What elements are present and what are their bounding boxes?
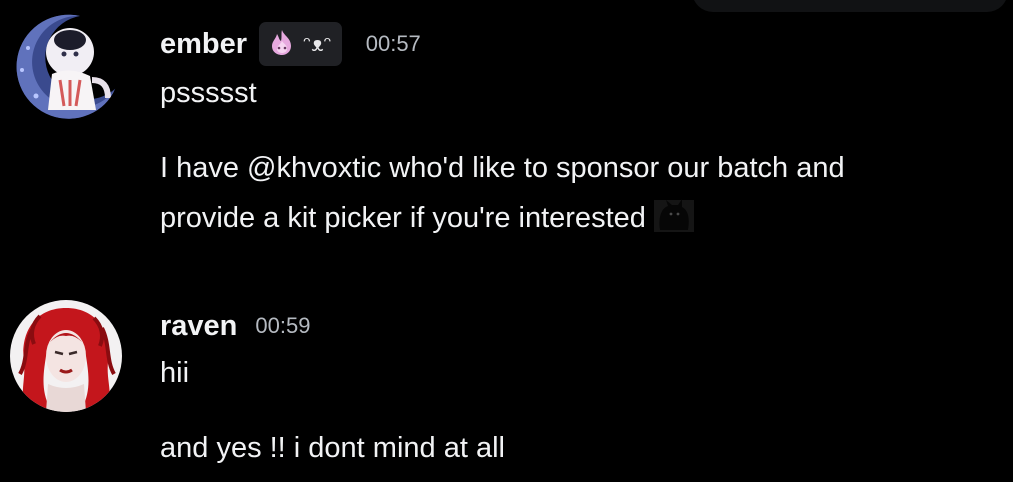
username-ember[interactable]: ember — [160, 28, 247, 61]
avatar-ember[interactable] — [8, 10, 120, 122]
black-cat-emoji-icon[interactable] — [652, 196, 696, 236]
timestamp-ember: 00:57 — [365, 31, 421, 56]
message-input-bar[interactable] — [692, 0, 1008, 12]
message-line: pssssst — [160, 77, 257, 109]
message-line-text: provide a kit picker if you're intereste… — [160, 202, 646, 234]
message-header-ember: ember ᵔᴥᵔ 00:57 — [160, 22, 421, 66]
timestamp-raven: 00:59 — [255, 313, 311, 338]
message-line-with-emoji: provide a kit picker if you're intereste… — [160, 194, 696, 242]
message-line: hii — [160, 357, 190, 389]
avatar-raven[interactable] — [10, 300, 122, 412]
message-line: I have @khvoxtic who'd like to sponsor o… — [160, 152, 845, 184]
message-header-raven: raven 00:59 — [160, 306, 310, 346]
tag-text: ᵔᴥᵔ — [303, 31, 332, 56]
message-line: and yes !! i dont mind at all — [160, 432, 505, 464]
pink-flame-icon — [267, 27, 297, 62]
avatar-ember-image — [8, 10, 120, 122]
avatar-raven-image — [10, 300, 122, 412]
server-tag[interactable]: ᵔᴥᵔ — [259, 22, 342, 66]
username-raven[interactable]: raven — [160, 310, 237, 343]
